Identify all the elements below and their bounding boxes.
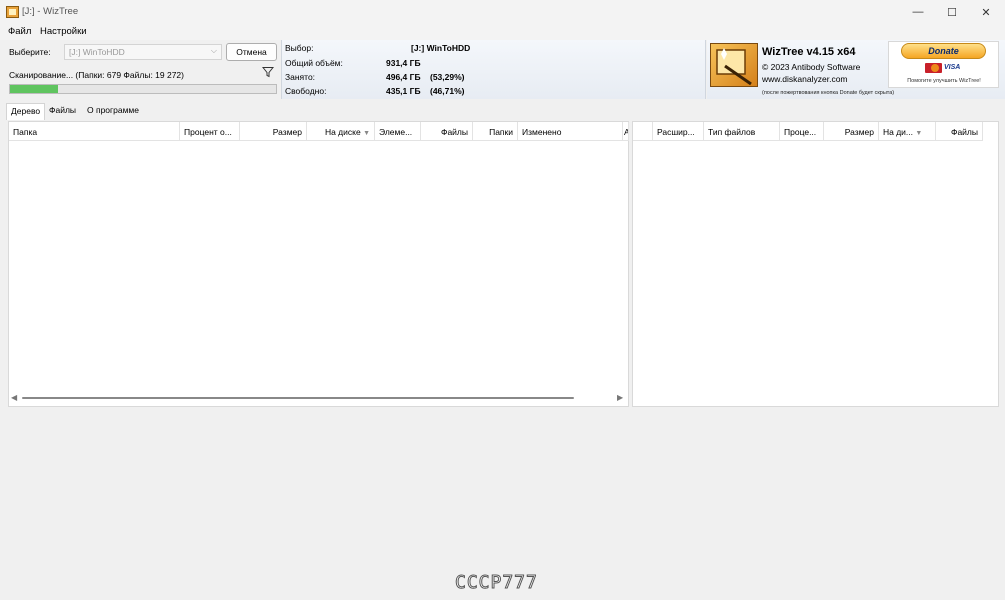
used-value: 496,4 ГБ xyxy=(386,72,421,82)
watermark: CCCP777 xyxy=(455,572,538,594)
drive-select[interactable]: [J:] WinToHDD ⌵ xyxy=(64,44,222,60)
column-header-on-disk[interactable]: На диске ▼ xyxy=(307,122,375,141)
window-title: [J:] - WizTree xyxy=(22,6,79,17)
brand-copyright: © 2023 Antibody Software xyxy=(762,62,861,72)
used-label: Занято: xyxy=(285,72,316,82)
scan-progress-bar xyxy=(9,84,277,94)
tab-tree[interactable]: Дерево xyxy=(6,103,46,120)
visa-icon: VISA xyxy=(944,64,961,71)
scan-status: Сканирование... (Папки: 679 Файлы: 19 27… xyxy=(9,70,184,80)
wiztree-logo-icon xyxy=(710,43,758,87)
free-value: 435,1 ГБ xyxy=(386,86,421,96)
scrollbar-thumb[interactable] xyxy=(22,397,574,399)
column-header-file-type[interactable]: Тип файлов xyxy=(704,122,780,141)
column-header-folder[interactable]: Папка xyxy=(9,122,180,141)
column-header-attributes[interactable]: А xyxy=(623,122,629,141)
selection-value: [J:] WinToHDD xyxy=(411,43,471,53)
column-header-size[interactable]: Размер xyxy=(240,122,307,141)
free-label: Свободно: xyxy=(285,86,327,96)
scan-progress-fill xyxy=(10,85,58,93)
free-percent: (46,71%) xyxy=(430,86,465,96)
select-label: Выберите: xyxy=(9,47,51,57)
column-header-ext-size[interactable]: Размер xyxy=(824,122,879,141)
folder-tree-table[interactable]: Папка Процент о... Размер На диске ▼ Эле… xyxy=(8,121,629,407)
maximize-button[interactable]: ☐ xyxy=(935,0,969,24)
donate-button[interactable]: Donate xyxy=(901,43,986,59)
column-header-extension[interactable]: Расшир... xyxy=(653,122,704,141)
brand-title: WizTree v4.15 x64 xyxy=(762,46,856,58)
donate-help-text: Помогите улучшить WizTree! xyxy=(907,78,981,84)
drive-select-value: [J:] WinToHDD xyxy=(69,47,125,57)
column-header-items[interactable]: Элеме... xyxy=(375,122,421,141)
donate-note: (после пожертвования кнопка Donate будет… xyxy=(762,90,895,96)
wiztree-app-icon xyxy=(6,6,19,18)
column-header-ext-on-disk[interactable]: На ди... ▼ xyxy=(879,122,936,141)
mastercard-icon xyxy=(925,63,942,73)
chevron-down-icon: ⌵ xyxy=(210,46,217,55)
column-header-ext-percent[interactable]: Проце... xyxy=(780,122,824,141)
column-header-folders[interactable]: Папки xyxy=(473,122,518,141)
minimize-button[interactable]: — xyxy=(901,0,935,24)
column-header-color[interactable] xyxy=(633,122,653,141)
used-percent: (53,29%) xyxy=(430,72,465,82)
on-disk-label: На диске xyxy=(324,127,361,137)
cancel-button[interactable]: Отмена xyxy=(226,43,277,61)
ext-on-disk-label: На ди... xyxy=(883,127,914,137)
file-types-table[interactable]: Расшир... Тип файлов Проце... Размер На … xyxy=(632,121,999,407)
drive-info-panel xyxy=(281,40,706,99)
tab-about[interactable]: О программе xyxy=(83,103,143,119)
title-bar xyxy=(0,0,1005,24)
close-button[interactable]: ✕ xyxy=(969,0,1003,24)
scroll-left-icon[interactable]: ◀ xyxy=(11,393,17,402)
horizontal-scrollbar[interactable] xyxy=(9,392,628,406)
brand-website-link[interactable]: www.diskanalyzer.com xyxy=(762,74,848,84)
menu-bar xyxy=(0,24,1005,40)
menu-file[interactable]: Файл xyxy=(8,26,31,37)
column-header-modified[interactable]: Изменено xyxy=(518,122,623,141)
sort-descending-icon: ▼ xyxy=(363,130,370,137)
menu-settings[interactable]: Настройки xyxy=(40,26,87,37)
total-label: Общий объём: xyxy=(285,58,343,68)
scroll-right-icon[interactable]: ▶ xyxy=(617,393,623,402)
column-header-percent[interactable]: Процент о... xyxy=(180,122,240,141)
total-value: 931,4 ГБ xyxy=(386,58,421,68)
column-header-files[interactable]: Файлы xyxy=(421,122,473,141)
filter-icon[interactable] xyxy=(262,66,274,78)
sort-descending-icon: ▼ xyxy=(915,130,923,137)
tab-files[interactable]: Файлы xyxy=(45,103,80,119)
selection-label: Выбор: xyxy=(285,43,314,53)
column-header-ext-files[interactable]: Файлы xyxy=(936,122,983,141)
